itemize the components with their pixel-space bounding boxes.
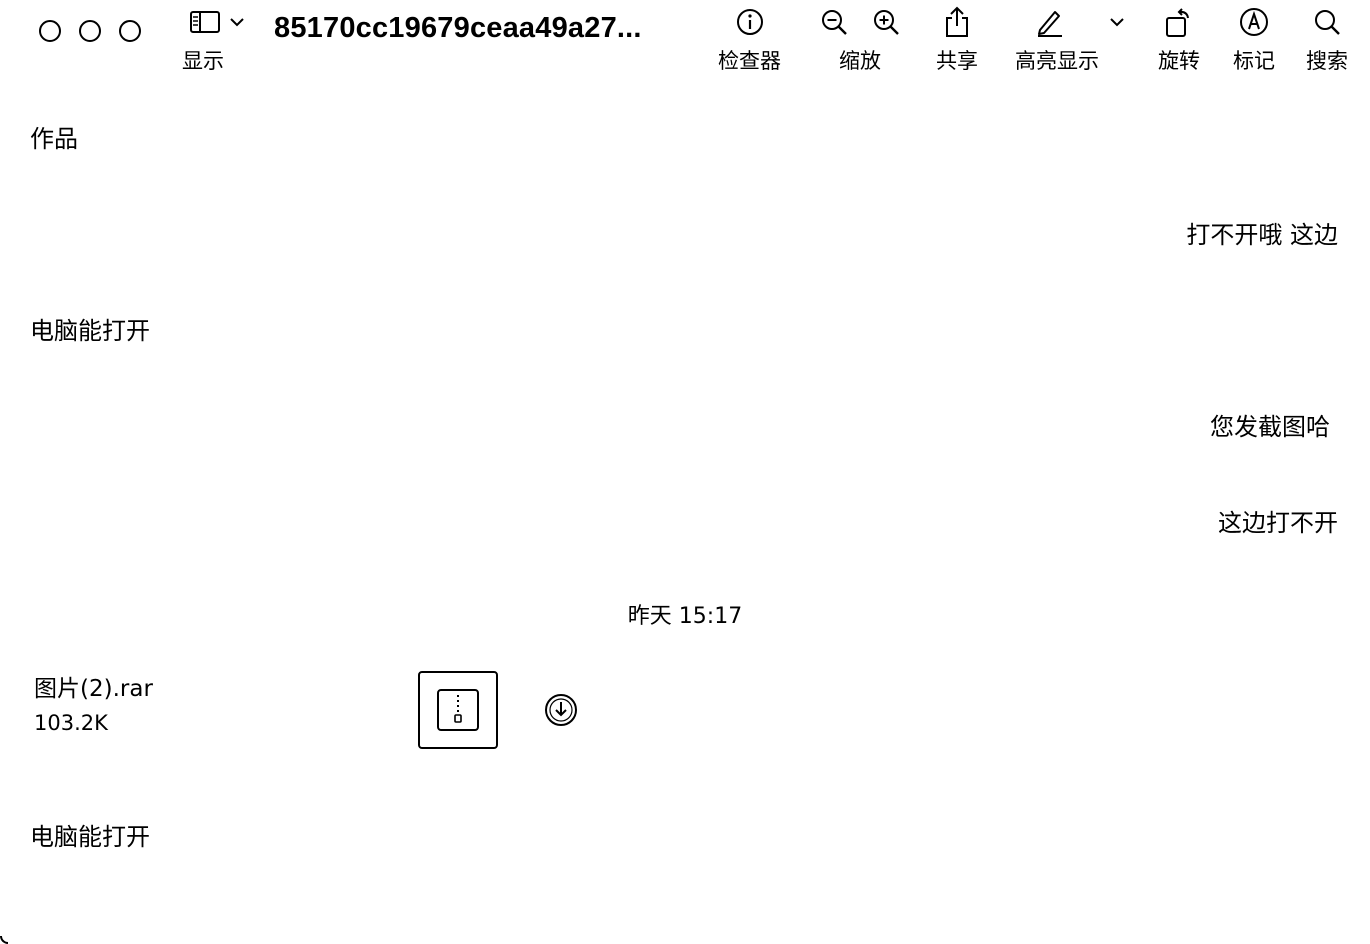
- minimize-window-button[interactable]: [79, 20, 101, 42]
- sidebar-icon: [190, 11, 220, 33]
- search-button[interactable]: 搜索: [1306, 4, 1348, 74]
- inspector-label: 检查器: [718, 49, 781, 73]
- markup-label: 标记: [1233, 49, 1275, 73]
- view-label: 显示: [182, 49, 224, 73]
- highlight-label: 高亮显示: [1015, 49, 1099, 73]
- view-menu-button[interactable]: 显示: [182, 4, 244, 74]
- file-attachment[interactable]: 图片(2).rar 103.2K: [34, 674, 153, 738]
- markup-icon: [1240, 8, 1268, 36]
- download-icon[interactable]: [544, 693, 578, 727]
- chevron-down-icon[interactable]: [1110, 17, 1124, 27]
- window-title: 85170cc19679ceaa49a27...: [274, 12, 642, 44]
- share-label: 共享: [936, 49, 978, 73]
- highlight-button[interactable]: 高亮显示: [1015, 4, 1124, 74]
- pen-icon: [1038, 11, 1062, 37]
- chevron-down-icon: [230, 18, 244, 27]
- close-window-button[interactable]: [39, 20, 61, 42]
- rotate-button[interactable]: 旋转: [1158, 4, 1200, 74]
- titlebar: 显示 85170cc19679ceaa49a27... 检查器 缩放 共享 高亮…: [0, 0, 1370, 96]
- zoom-control: 缩放: [820, 4, 900, 74]
- message-right: 打不开哦 这边: [1186, 221, 1338, 249]
- info-icon: [736, 9, 763, 35]
- search-icon: [1315, 10, 1340, 35]
- rotate-label: 旋转: [1158, 49, 1200, 73]
- search-label: 搜索: [1306, 49, 1348, 73]
- zoom-label: 缩放: [839, 49, 881, 73]
- zoom-in-icon[interactable]: [872, 8, 900, 36]
- archive-icon[interactable]: [418, 671, 498, 749]
- zoom-out-icon[interactable]: [820, 8, 848, 36]
- archive-icon-frame: [437, 689, 479, 731]
- inspector-button[interactable]: 检查器: [718, 4, 781, 74]
- message-right: 您发截图哈: [1210, 413, 1330, 441]
- file-name: 图片(2).rar: [34, 676, 153, 702]
- message-left: 电脑能打开: [30, 317, 150, 345]
- rotate-icon: [1166, 8, 1189, 37]
- chat-transcript: 作品 打不开哦 这边 电脑能打开 您发截图哈 这边打不开 昨天 15:17 图片…: [0, 96, 1370, 944]
- message-left: 作品: [30, 125, 78, 153]
- timestamp: 昨天 15:17: [627, 604, 743, 629]
- share-icon: [946, 6, 968, 37]
- markup-button[interactable]: 标记: [1233, 4, 1275, 74]
- zipper-icon: [454, 695, 462, 723]
- file-size: 103.2K: [34, 711, 108, 735]
- share-button[interactable]: 共享: [936, 4, 978, 74]
- message-right: 这边打不开: [1218, 509, 1338, 537]
- message-left: 电脑能打开: [30, 823, 150, 851]
- zoom-window-button[interactable]: [119, 20, 141, 42]
